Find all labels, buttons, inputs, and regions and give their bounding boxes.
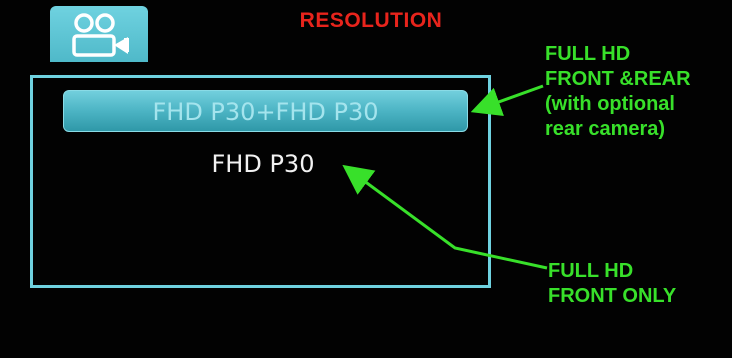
callout-front-rear-line-4: rear camera): [545, 118, 666, 140]
callout-front-rear-line-2: FRONT &REAR: [545, 68, 691, 90]
callout-front-only-line-2: FRONT ONLY: [548, 285, 677, 307]
arrow-front-only: [342, 164, 548, 270]
callout-front-only-line-1: FULL HD: [548, 260, 634, 282]
arrow-front-rear: [470, 84, 544, 117]
camera-screen: RESOLUTION FHD P30+FHD P30 FHD P30 FULL …: [0, 0, 732, 358]
callout-front-rear: FULL HD FRONT &REAR (with optional rear …: [545, 42, 691, 142]
callout-front-only: FULL HD FRONT ONLY: [548, 259, 676, 309]
callout-front-rear-line-1: FULL HD: [545, 43, 631, 65]
callout-front-rear-line-3: (with optional: [545, 93, 675, 115]
